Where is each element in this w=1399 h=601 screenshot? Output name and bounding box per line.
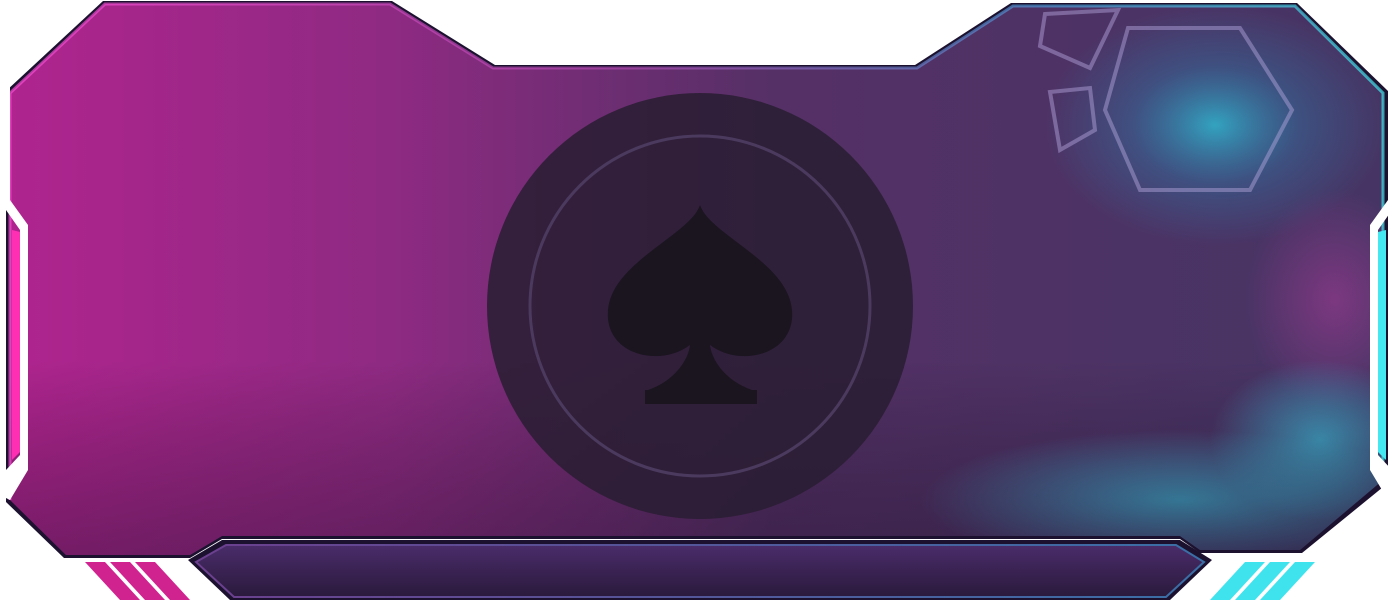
card-frame-graphic (6, 1, 1392, 600)
left-corner-stripes (85, 562, 213, 600)
card-frame (0, 0, 1399, 601)
card-caption (230, 548, 1170, 588)
right-corner-stripes (1187, 562, 1315, 600)
